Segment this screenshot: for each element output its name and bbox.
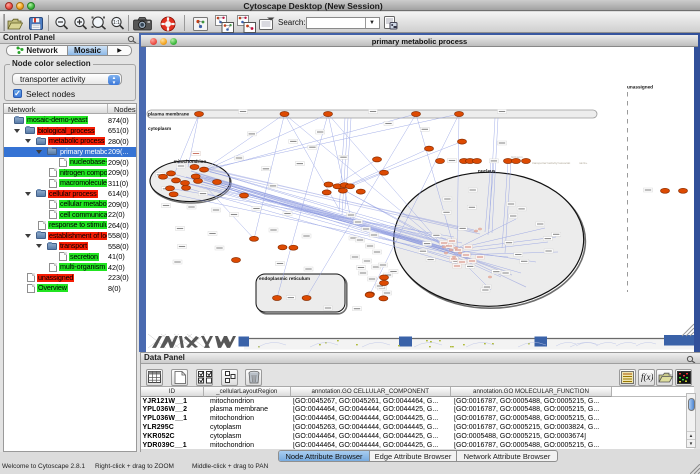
svg-text:transporter=activity=associat: transporter=activity=associat [532, 161, 570, 165]
svg-text:na=k+: na=k+ [579, 161, 588, 165]
svg-text:nucleus: nucleus [478, 169, 496, 174]
svg-text:plasma membrane: plasma membrane [148, 112, 190, 117]
svg-text:f(x): f(x) [641, 372, 653, 382]
svg-text:cytoplasm: cytoplasm [148, 126, 171, 131]
svg-text:mitochondrion: mitochondrion [174, 159, 207, 164]
svg-text:endoplasmic reticulum: endoplasmic reticulum [259, 276, 310, 281]
svg-text:unassigned: unassigned [627, 85, 653, 90]
svg-text:1:1: 1:1 [113, 20, 120, 26]
